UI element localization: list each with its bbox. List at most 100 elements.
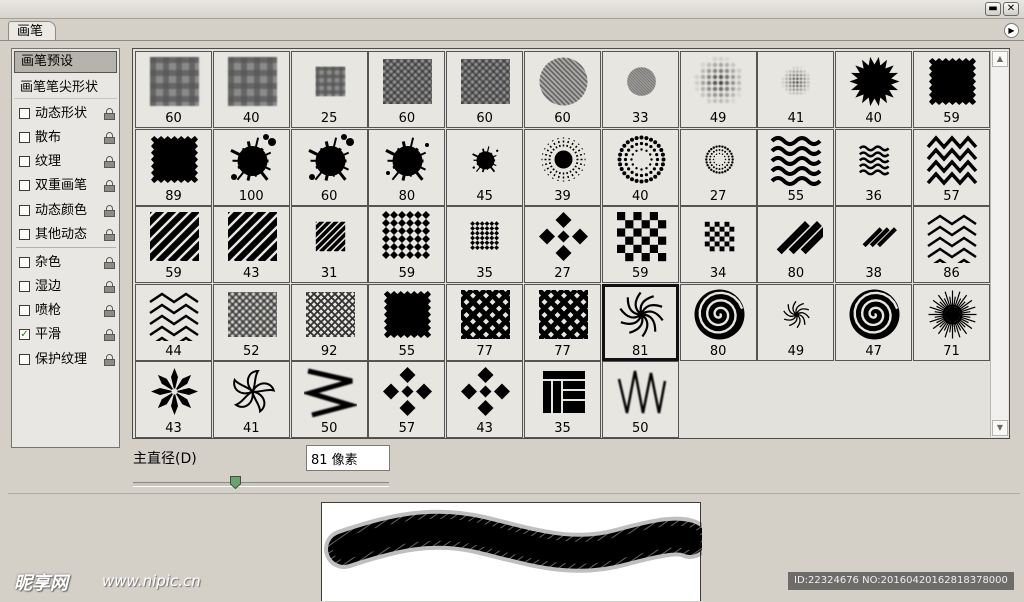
option-checkbox[interactable] — [19, 257, 30, 268]
brush-preset-26[interactable]: 35 — [446, 206, 523, 283]
lock-icon[interactable] — [104, 132, 115, 144]
brush-preset-8[interactable]: 41 — [757, 51, 834, 128]
brush-preset-0[interactable]: 60 — [135, 51, 212, 128]
brush-preset-41[interactable]: 49 — [757, 284, 834, 361]
option-row-10[interactable]: 保护纹理 — [16, 349, 116, 371]
option-row-6[interactable]: 杂色 — [16, 252, 116, 274]
option-row-7[interactable]: 湿边 — [16, 276, 116, 298]
grid-scrollbar[interactable]: ▲ ▼ — [990, 50, 1008, 437]
brush-preset-27[interactable]: 27 — [524, 206, 601, 283]
option-row-8[interactable]: 喷枪 — [16, 300, 116, 322]
checker-small-icon — [693, 210, 746, 263]
brush-preset-17[interactable]: 40 — [602, 129, 679, 206]
brush-preset-24[interactable]: 31 — [291, 206, 368, 283]
brush-preset-46[interactable]: 50 — [291, 361, 368, 438]
brush-preset-37[interactable]: 77 — [446, 284, 523, 361]
brush-preset-38[interactable]: 77 — [524, 284, 601, 361]
brush-preset-34[interactable]: 52 — [213, 284, 290, 361]
option-checkbox[interactable] — [19, 281, 30, 292]
brush-preset-18[interactable]: 27 — [680, 129, 757, 206]
brush-preset-2[interactable]: 25 — [291, 51, 368, 128]
master-diameter-input[interactable] — [306, 445, 390, 471]
option-checkbox[interactable] — [19, 132, 30, 143]
option-row-9[interactable]: ✓平滑 — [16, 324, 116, 346]
brush-preset-20[interactable]: 36 — [835, 129, 912, 206]
brush-preset-13[interactable]: 60 — [291, 129, 368, 206]
brush-preset-4[interactable]: 60 — [446, 51, 523, 128]
option-checkbox[interactable] — [19, 205, 30, 216]
lock-icon[interactable] — [104, 329, 115, 341]
brush-preset-5[interactable]: 60 — [524, 51, 601, 128]
diameter-slider-thumb[interactable] — [230, 476, 241, 489]
diameter-slider-track[interactable] — [133, 482, 389, 487]
lock-icon[interactable] — [104, 205, 115, 217]
option-checkbox[interactable] — [19, 108, 30, 119]
brush-size-label: 34 — [681, 266, 756, 281]
brush-preset-3[interactable]: 60 — [368, 51, 445, 128]
option-checkbox[interactable] — [19, 156, 30, 167]
brush-preset-43[interactable]: 71 — [913, 284, 990, 361]
panel-titlebar[interactable]: ▬ ✕ — [0, 0, 1024, 19]
brush-tip-shape-item[interactable]: 画笔笔尖形状 — [14, 77, 117, 99]
brush-preset-21[interactable]: 57 — [913, 129, 990, 206]
brush-preset-6[interactable]: 33 — [602, 51, 679, 128]
brush-preset-15[interactable]: 45 — [446, 129, 523, 206]
brush-preset-42[interactable]: 47 — [835, 284, 912, 361]
brush-preset-44[interactable]: 43 — [135, 361, 212, 438]
option-checkbox[interactable] — [19, 354, 30, 365]
option-row-0[interactable]: 动态形状 — [16, 103, 116, 125]
brush-preset-30[interactable]: 80 — [757, 206, 834, 283]
brush-preset-14[interactable]: 80 — [368, 129, 445, 206]
lock-icon[interactable] — [104, 229, 115, 241]
option-row-3[interactable]: 双重画笔 — [16, 175, 116, 197]
brush-preset-36[interactable]: 55 — [368, 284, 445, 361]
option-row-4[interactable]: 动态颜色 — [16, 200, 116, 222]
brush-preset-29[interactable]: 34 — [680, 206, 757, 283]
option-checkbox[interactable] — [19, 229, 30, 240]
brush-preset-50[interactable]: 50 — [602, 361, 679, 438]
option-checkbox[interactable]: ✓ — [19, 329, 30, 340]
brush-preset-22[interactable]: 59 — [135, 206, 212, 283]
brush-preset-7[interactable]: 49 — [680, 51, 757, 128]
brush-preset-32[interactable]: 86 — [913, 206, 990, 283]
lock-icon[interactable] — [104, 281, 115, 293]
lock-icon[interactable] — [104, 180, 115, 192]
brush-preset-12[interactable]: 100 — [213, 129, 290, 206]
brush-preset-39[interactable]: 81 — [602, 284, 679, 361]
brush-preset-16[interactable]: 39 — [524, 129, 601, 206]
brush-preset-45[interactable]: 41 — [213, 361, 290, 438]
brush-preset-49[interactable]: 35 — [524, 361, 601, 438]
brush-preset-23[interactable]: 43 — [213, 206, 290, 283]
panel-menu-button[interactable]: ▶ — [1004, 23, 1019, 38]
minimize-button[interactable]: ▬ — [985, 2, 1001, 16]
lock-icon[interactable] — [104, 108, 115, 120]
brush-preset-47[interactable]: 57 — [368, 361, 445, 438]
lock-icon[interactable] — [104, 354, 115, 366]
brush-preset-25[interactable]: 59 — [368, 206, 445, 283]
option-row-2[interactable]: 纹理 — [16, 151, 116, 173]
tab-brushes[interactable]: 画笔 — [8, 21, 56, 41]
brush-preset-11[interactable]: 89 — [135, 129, 212, 206]
scroll-up-button[interactable]: ▲ — [992, 51, 1008, 67]
brush-preset-19[interactable]: 55 — [757, 129, 834, 206]
close-button[interactable]: ✕ — [1003, 2, 1019, 16]
option-row-1[interactable]: 散布 — [16, 127, 116, 149]
lock-icon[interactable] — [104, 305, 115, 317]
brush-size-label: 59 — [603, 266, 678, 281]
brush-preset-33[interactable]: 44 — [135, 284, 212, 361]
brush-presets-item[interactable]: 画笔预设 — [14, 51, 117, 73]
option-checkbox[interactable] — [19, 180, 30, 191]
brush-preset-40[interactable]: 80 — [680, 284, 757, 361]
brush-preset-48[interactable]: 43 — [446, 361, 523, 438]
lock-icon[interactable] — [104, 156, 115, 168]
option-row-5[interactable]: 其他动态 — [16, 224, 116, 246]
lock-icon[interactable] — [104, 257, 115, 269]
brush-preset-9[interactable]: 40 — [835, 51, 912, 128]
brush-preset-10[interactable]: 59 — [913, 51, 990, 128]
brush-preset-35[interactable]: 92 — [291, 284, 368, 361]
scroll-down-button[interactable]: ▼ — [992, 420, 1008, 436]
brush-preset-28[interactable]: 59 — [602, 206, 679, 283]
brush-preset-1[interactable]: 40 — [213, 51, 290, 128]
brush-preset-31[interactable]: 38 — [835, 206, 912, 283]
option-checkbox[interactable] — [19, 305, 30, 316]
